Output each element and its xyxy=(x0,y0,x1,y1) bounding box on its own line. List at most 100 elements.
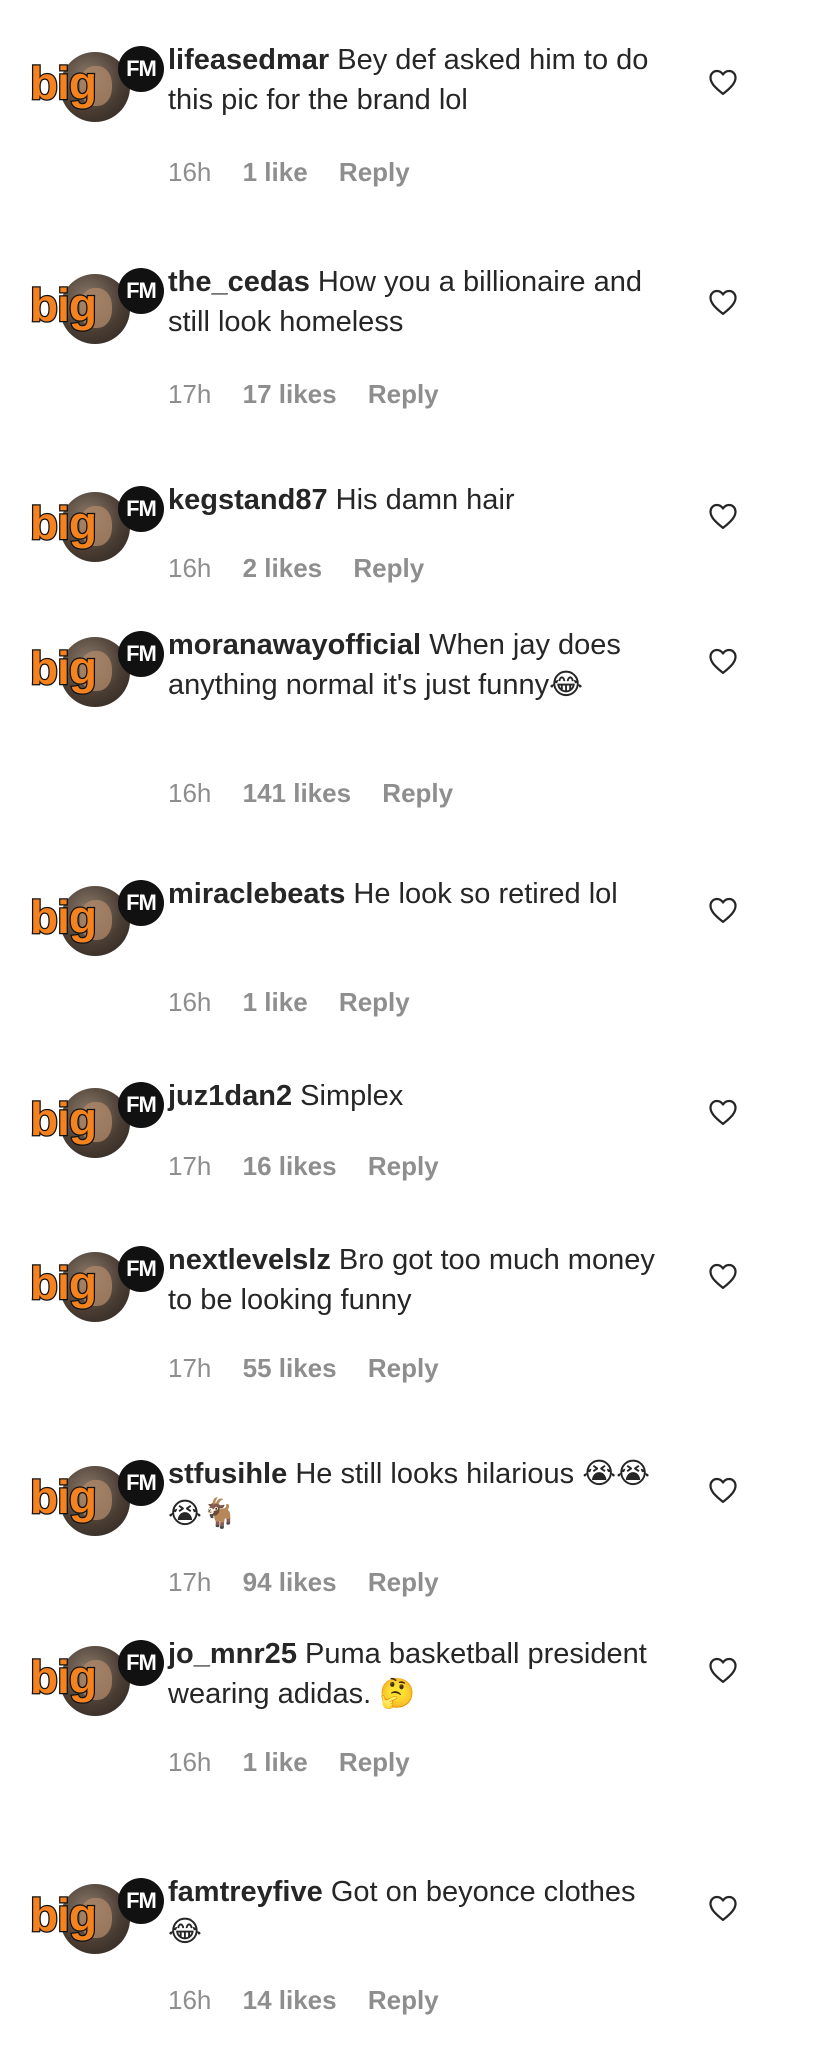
comment-time: 16h xyxy=(168,553,212,583)
comment-likes[interactable]: 1 like xyxy=(243,987,308,1017)
reply-button[interactable]: Reply xyxy=(368,1567,439,1597)
avatar[interactable]: big FM xyxy=(29,486,170,566)
comment-meta: 17h 17 likes Reply xyxy=(168,378,463,410)
big-logo: big xyxy=(29,1889,98,1941)
like-heart-icon[interactable] xyxy=(708,288,738,316)
avatar[interactable]: big FM xyxy=(29,1082,170,1162)
comment-body: moranawayofficial When jay does anything… xyxy=(168,625,668,705)
comment-body: jo_mnr25 Puma basketball president weari… xyxy=(168,1634,668,1714)
like-heart-icon[interactable] xyxy=(708,1262,738,1290)
comment-username[interactable]: kegstand87 xyxy=(168,484,328,516)
comment-username[interactable]: moranawayofficial xyxy=(168,629,421,661)
comment-meta: 16h 1 like Reply xyxy=(168,1746,434,1778)
comment-time: 17h xyxy=(168,379,212,409)
comment-username[interactable]: jo_mnr25 xyxy=(168,1638,297,1670)
fm-badge: FM xyxy=(118,1246,164,1292)
comment-likes[interactable]: 55 likes xyxy=(243,1353,337,1383)
avatar[interactable]: big FM xyxy=(29,1878,170,1958)
comment-likes[interactable]: 1 like xyxy=(243,1747,308,1777)
fm-badge: FM xyxy=(118,880,164,926)
like-heart-icon[interactable] xyxy=(708,647,738,675)
comment-meta: 16h 141 likes Reply xyxy=(168,777,477,809)
avatar[interactable]: big FM xyxy=(29,1460,170,1540)
comment-body: the_cedas How you a billionaire and stil… xyxy=(168,262,668,342)
fm-badge: FM xyxy=(118,1640,164,1686)
comment-meta: 16h 2 likes Reply xyxy=(168,552,448,584)
avatar[interactable]: big FM xyxy=(29,46,170,126)
comment-meta: 17h 55 likes Reply xyxy=(168,1352,463,1384)
like-heart-icon[interactable] xyxy=(708,1656,738,1684)
big-logo: big xyxy=(29,1257,98,1309)
comment-text: He look so retired lol xyxy=(353,878,618,910)
comment-time: 17h xyxy=(168,1151,212,1181)
comment-username[interactable]: juz1dan2 xyxy=(168,1080,292,1112)
like-heart-icon[interactable] xyxy=(708,1098,738,1126)
fm-badge: FM xyxy=(118,1460,164,1506)
reply-button[interactable]: Reply xyxy=(339,157,410,187)
comment-time: 16h xyxy=(168,1747,212,1777)
comment-likes[interactable]: 2 likes xyxy=(243,553,323,583)
big-logo: big xyxy=(29,891,98,943)
comment-meta: 16h 14 likes Reply xyxy=(168,1984,463,2016)
reply-button[interactable]: Reply xyxy=(382,778,453,808)
comment-body: nextlevelslz Bro got too much money to b… xyxy=(168,1240,668,1320)
comment-username[interactable]: the_cedas xyxy=(168,266,310,298)
reply-button[interactable]: Reply xyxy=(339,1747,410,1777)
comment-time: 17h xyxy=(168,1567,212,1597)
comment-body: kegstand87 His damn hair xyxy=(168,480,668,520)
comment-meta: 16h 1 like Reply xyxy=(168,156,434,188)
comment-time: 17h xyxy=(168,1353,212,1383)
comment-meta: 17h 94 likes Reply xyxy=(168,1566,463,1598)
comment-likes[interactable]: 94 likes xyxy=(243,1567,337,1597)
comment-body: lifeasedmar Bey def asked him to do this… xyxy=(168,40,668,120)
reply-button[interactable]: Reply xyxy=(368,1151,439,1181)
comment-username[interactable]: miraclebeats xyxy=(168,878,345,910)
like-heart-icon[interactable] xyxy=(708,1476,738,1504)
comment-meta: 16h 1 like Reply xyxy=(168,986,434,1018)
avatar[interactable]: big FM xyxy=(29,1640,170,1720)
comment-body: juz1dan2 Simplex xyxy=(168,1076,668,1116)
comment-time: 16h xyxy=(168,1985,212,2015)
big-logo: big xyxy=(29,57,98,109)
avatar[interactable]: big FM xyxy=(29,880,170,960)
like-heart-icon[interactable] xyxy=(708,502,738,530)
comment-likes[interactable]: 141 likes xyxy=(243,778,351,808)
reply-button[interactable]: Reply xyxy=(353,553,424,583)
avatar[interactable]: big FM xyxy=(29,631,170,711)
comment-time: 16h xyxy=(168,778,212,808)
comment-likes[interactable]: 1 like xyxy=(243,157,308,187)
comment-body: stfusihle He still looks hilarious 😭😭😭🐐 xyxy=(168,1454,668,1534)
comment-username[interactable]: nextlevelslz xyxy=(168,1244,331,1276)
comment-username[interactable]: famtreyfive xyxy=(168,1876,323,1908)
big-logo: big xyxy=(29,642,98,694)
like-heart-icon[interactable] xyxy=(708,896,738,924)
fm-badge: FM xyxy=(118,486,164,532)
big-logo: big xyxy=(29,1651,98,1703)
comment-text: His damn hair xyxy=(335,484,515,516)
comment-likes[interactable]: 14 likes xyxy=(243,1985,337,2015)
like-heart-icon[interactable] xyxy=(708,68,738,96)
reply-button[interactable]: Reply xyxy=(368,1353,439,1383)
comment-body: miraclebeats He look so retired lol xyxy=(168,874,668,914)
reply-button[interactable]: Reply xyxy=(368,1985,439,2015)
comment-username[interactable]: lifeasedmar xyxy=(168,44,329,76)
fm-badge: FM xyxy=(118,268,164,314)
reply-button[interactable]: Reply xyxy=(368,379,439,409)
avatar[interactable]: big FM xyxy=(29,268,170,348)
fm-badge: FM xyxy=(118,46,164,92)
fm-badge: FM xyxy=(118,1878,164,1924)
fm-badge: FM xyxy=(118,631,164,677)
comment-likes[interactable]: 16 likes xyxy=(243,1151,337,1181)
comment-time: 16h xyxy=(168,987,212,1017)
comment-likes[interactable]: 17 likes xyxy=(243,379,337,409)
comment-meta: 17h 16 likes Reply xyxy=(168,1150,463,1182)
comment-username[interactable]: stfusihle xyxy=(168,1458,287,1490)
comment-text: Simplex xyxy=(300,1080,404,1112)
like-heart-icon[interactable] xyxy=(708,1894,738,1922)
comment-body: famtreyfive Got on beyonce clothes 😂 xyxy=(168,1872,668,1952)
avatar[interactable]: big FM xyxy=(29,1246,170,1326)
comment-time: 16h xyxy=(168,157,212,187)
big-logo: big xyxy=(29,279,98,331)
big-logo: big xyxy=(29,1093,98,1145)
reply-button[interactable]: Reply xyxy=(339,987,410,1017)
